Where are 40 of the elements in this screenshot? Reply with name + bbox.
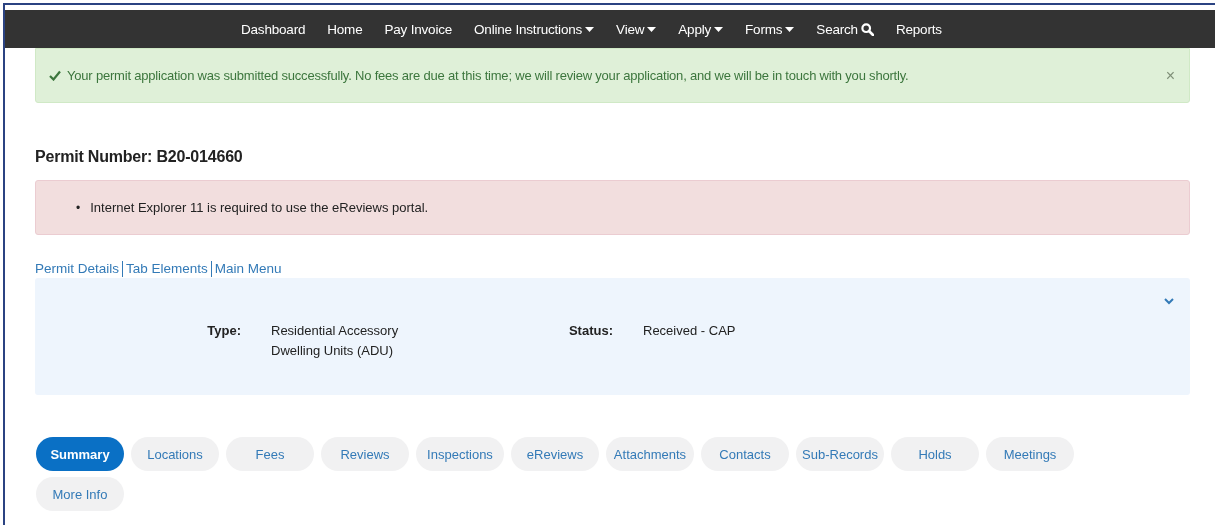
tab[interactable]: Locations	[131, 437, 219, 471]
breadcrumb-link[interactable]: Main Menu	[211, 261, 285, 276]
tab[interactable]: Attachments	[606, 437, 694, 471]
nav-menu[interactable]: View	[605, 21, 668, 37]
tab[interactable]: Inspections	[416, 437, 504, 471]
caret-icon	[585, 26, 595, 32]
bullet: •	[76, 199, 81, 217]
tab[interactable]: Summary	[36, 437, 124, 471]
tab[interactable]: eReviews	[511, 437, 599, 471]
tab[interactable]: Meetings	[986, 437, 1074, 471]
tab[interactable]: Contacts	[701, 437, 789, 471]
nav-menu[interactable]: Online Instructions	[463, 21, 606, 37]
tab[interactable]: Sub-Records	[796, 437, 884, 471]
tab[interactable]: Holds	[891, 437, 979, 471]
tab[interactable]: More Info	[36, 477, 124, 511]
nav-menu[interactable]: Apply	[667, 21, 735, 37]
close-button[interactable]: ×	[1165, 66, 1175, 85]
check-icon	[49, 70, 61, 81]
nav-menu[interactable]: Forms	[734, 21, 806, 37]
chevron-down-icon[interactable]	[1164, 298, 1174, 305]
field-value: Received - CAP	[643, 322, 737, 340]
nav-link[interactable]: Pay Invoice	[373, 21, 464, 37]
caret-icon	[785, 26, 795, 32]
field-value: Residential Accessory Dwelling Units (ADU)	[271, 322, 400, 360]
field-label: Type:	[206, 323, 241, 340]
breadcrumb-link[interactable]: Tab Elements	[123, 261, 211, 276]
nav-link[interactable]: Reports	[884, 21, 953, 37]
nav-search[interactable]: Search	[805, 21, 885, 37]
search-icon	[860, 22, 874, 36]
tab[interactable]: Fees	[226, 437, 314, 471]
caret-icon	[714, 26, 724, 32]
tab[interactable]: Reviews	[321, 437, 409, 471]
error-message: Internet Explorer 11 is required to use the eReviews portal.	[90, 198, 429, 217]
permit-number: Permit Number: B20-014660	[35, 148, 244, 167]
success-message: Your permit application was submitted successfully. No fees are due at this time; we will review your application, and we will be in touch with you shortly.	[67, 68, 910, 83]
field-label: Status:	[567, 323, 613, 340]
nav-link[interactable]: Dashboard	[230, 21, 317, 37]
caret-icon	[647, 26, 657, 32]
nav-link[interactable]: Home	[316, 21, 374, 37]
breadcrumb-link[interactable]: Permit Details	[35, 261, 123, 276]
